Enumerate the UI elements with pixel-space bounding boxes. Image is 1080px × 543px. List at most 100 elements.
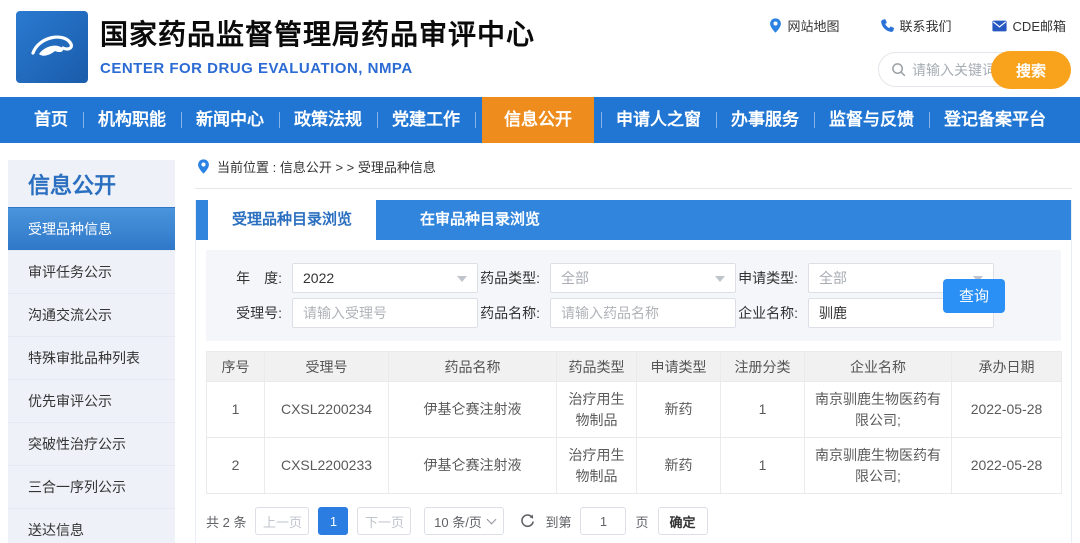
- drug-name-input[interactable]: [561, 305, 711, 321]
- column-header: 承办日期: [951, 351, 1062, 382]
- sidebar-item-3[interactable]: 沟通交流公示: [8, 293, 175, 336]
- nav-separator: [376, 112, 378, 128]
- drug-type-select[interactable]: 全部: [550, 263, 736, 293]
- nav-separator: [278, 112, 280, 128]
- nav-item-7[interactable]: 申请人之窗: [608, 97, 709, 143]
- tab-1[interactable]: 受理品种目录浏览: [208, 200, 377, 240]
- sidebar-item-6[interactable]: 突破性治疗公示: [8, 422, 175, 465]
- results-table: 序号 受理号 药品名称 药品类型 申请类型 注册分类 企业名称 承办日期 1 CXSL22002…: [206, 351, 1062, 494]
- sidebar-item-8[interactable]: 送达信息: [8, 508, 175, 543]
- table-cell: 新药: [636, 381, 721, 438]
- nav-separator: [928, 112, 930, 128]
- table-cell: CXSL2200233: [264, 437, 389, 494]
- nav-item-4[interactable]: 政策法规: [286, 97, 370, 143]
- nav-item-6[interactable]: 信息公开: [482, 97, 594, 143]
- site-subtitle: CENTER FOR DRUG EVALUATION, NMPA: [100, 60, 413, 77]
- nav-separator: [180, 112, 182, 128]
- utility-link-label: 联系我们: [899, 19, 952, 34]
- search-icon: [891, 62, 906, 77]
- per-page-select[interactable]: 10 条/页: [424, 507, 505, 535]
- acceptance-no-input[interactable]: [303, 305, 453, 321]
- confirm-button[interactable]: 确定: [657, 507, 708, 535]
- table-cell: 伊基仑赛注射液: [388, 437, 557, 494]
- nav-separator: [813, 112, 815, 128]
- cde-logo: [16, 11, 88, 83]
- table-row: 2 CXSL2200233 伊基仑赛注射液 治疗用生物制品 新药 1 南京驯鹿生物医药有限公…: [206, 437, 1062, 494]
- apply-type-label: 申请类型:: [738, 270, 798, 286]
- goto-suffix-label: 页: [635, 514, 649, 530]
- sidebar-item-5[interactable]: 优先审评公示: [8, 379, 175, 422]
- tab-2[interactable]: 在审品种目录浏览: [396, 200, 564, 240]
- nav-separator: [715, 112, 717, 128]
- acceptance-no-label: 受理号:: [236, 305, 282, 321]
- company-label: 企业名称:: [738, 305, 798, 321]
- table-cell: 1: [720, 381, 805, 438]
- table-cell: 治疗用生物制品: [556, 381, 637, 438]
- table-cell: 南京驯鹿生物医药有限公司;: [804, 437, 952, 494]
- table-row: 1 CXSL2200234 伊基仑赛注射液 治疗用生物制品 新药 1 南京驯鹿生物医药有限公…: [206, 381, 1062, 438]
- next-page-button[interactable]: 下一页: [357, 507, 412, 535]
- breadcrumb: 当前位置 : 信息公开 > > 受理品种信息: [195, 151, 1072, 189]
- prev-page-button[interactable]: 上一页: [255, 507, 310, 535]
- utility-link-label: 网站地图: [787, 19, 840, 34]
- content-area: 信息公开 受理品种信息 审评任务公示 沟通交流公示 特殊审批品种列表 优先审评公示 突破性…: [0, 143, 1080, 543]
- sidebar: 信息公开 受理品种信息 审评任务公示 沟通交流公示 特殊审批品种列表 优先审评公示 突破性…: [8, 160, 175, 543]
- mail-icon: [991, 20, 1007, 32]
- table-cell: 治疗用生物制品: [556, 437, 637, 494]
- column-header: 受理号: [264, 351, 389, 382]
- sidebar-item-4[interactable]: 特殊审批品种列表: [8, 336, 175, 379]
- column-header: 企业名称: [804, 351, 952, 382]
- chevron-down-icon: [457, 276, 467, 282]
- utility-link-2[interactable]: 联系我们: [880, 16, 952, 35]
- year-label: 年 度:: [236, 270, 282, 286]
- nav-item-2[interactable]: 机构职能: [90, 97, 174, 143]
- main-content: 当前位置 : 信息公开 > > 受理品种信息 受理品种目录浏览 在审品种目录浏览 …: [195, 151, 1072, 543]
- utility-link-3[interactable]: CDE邮箱: [991, 16, 1066, 35]
- nav-item-9[interactable]: 监督与反馈: [821, 97, 922, 143]
- column-header: 申请类型: [636, 351, 721, 382]
- nav-item-3[interactable]: 新闻中心: [188, 97, 272, 143]
- table-cell: 2022-05-28: [951, 437, 1062, 494]
- results-panel: 受理品种目录浏览 在审品种目录浏览 年 度: 2022 药品类型: 全部 申请类型…: [195, 200, 1072, 543]
- nav-separator: [600, 112, 602, 128]
- utility-link-1[interactable]: 网站地图: [769, 16, 840, 35]
- filter-panel: 年 度: 2022 药品类型: 全部 申请类型: 全部 受理号: 请输入受理号 …: [206, 250, 1061, 341]
- nav-item-8[interactable]: 办事服务: [723, 97, 807, 143]
- drug-name-label: 药品名称:: [480, 305, 540, 321]
- column-header: 药品名称: [388, 351, 557, 382]
- query-button[interactable]: 查询: [943, 278, 1005, 313]
- column-header: 注册分类: [720, 351, 805, 382]
- table-cell: CXSL2200234: [264, 381, 389, 438]
- sidebar-item-7[interactable]: 三合一序列公示: [8, 465, 175, 508]
- nav-item-10[interactable]: 登记备案平台: [936, 97, 1054, 143]
- year-select[interactable]: 2022: [292, 263, 478, 293]
- site-search: 搜索: [878, 51, 1071, 89]
- location-pin-icon: [769, 18, 782, 33]
- nav-item-1[interactable]: 首页: [26, 97, 76, 143]
- table-cell: 2: [206, 437, 265, 494]
- page-1-button[interactable]: 1: [318, 507, 349, 535]
- table-cell: 1: [206, 381, 265, 438]
- search-button[interactable]: 搜索: [991, 51, 1071, 89]
- sidebar-title: 信息公开: [28, 173, 117, 198]
- utility-link-label: CDE邮箱: [1012, 19, 1066, 34]
- nav-item-5[interactable]: 党建工作: [384, 97, 468, 143]
- site-title: 国家药品监督管理局药品审评中心: [100, 19, 536, 50]
- nav-separator: [82, 112, 84, 128]
- goto-page-input[interactable]: [580, 507, 627, 535]
- pagination: 共 2 条 上一页 1 下一页 10 条/页 到第 页 确定: [206, 507, 1061, 535]
- table-cell: 2022-05-28: [951, 381, 1062, 438]
- acceptance-no-field: [292, 298, 478, 328]
- chevron-down-icon: [486, 514, 497, 524]
- refresh-icon[interactable]: [519, 513, 536, 530]
- goto-label: 到第: [545, 514, 572, 530]
- sidebar-item-2[interactable]: 审评任务公示: [8, 250, 175, 293]
- table-cell: 新药: [636, 437, 721, 494]
- location-pin-icon: [197, 159, 210, 174]
- table-cell: 1: [720, 437, 805, 494]
- tab-bar: 受理品种目录浏览 在审品种目录浏览: [196, 200, 1071, 240]
- total-count: 共 2 条: [206, 514, 247, 530]
- chevron-down-icon: [715, 276, 725, 282]
- nav-separator: [474, 112, 476, 128]
- sidebar-item-1[interactable]: 受理品种信息: [8, 207, 175, 250]
